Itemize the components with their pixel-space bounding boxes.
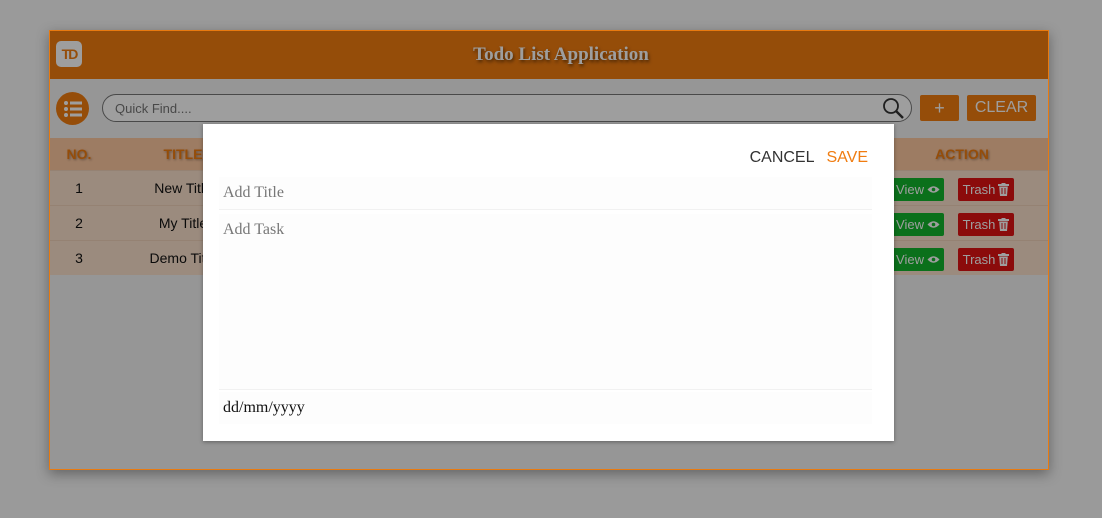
title-input[interactable]: [219, 177, 872, 210]
task-input[interactable]: [219, 214, 872, 390]
dialog-actions: CANCEL SAVE: [750, 149, 868, 167]
add-todo-dialog: CANCEL SAVE dd/mm/yyyy: [203, 124, 894, 441]
date-value: dd/mm/yyyy: [223, 399, 305, 416]
date-input[interactable]: dd/mm/yyyy: [219, 392, 872, 424]
cancel-button[interactable]: CANCEL: [750, 149, 815, 167]
save-button[interactable]: SAVE: [827, 149, 869, 167]
